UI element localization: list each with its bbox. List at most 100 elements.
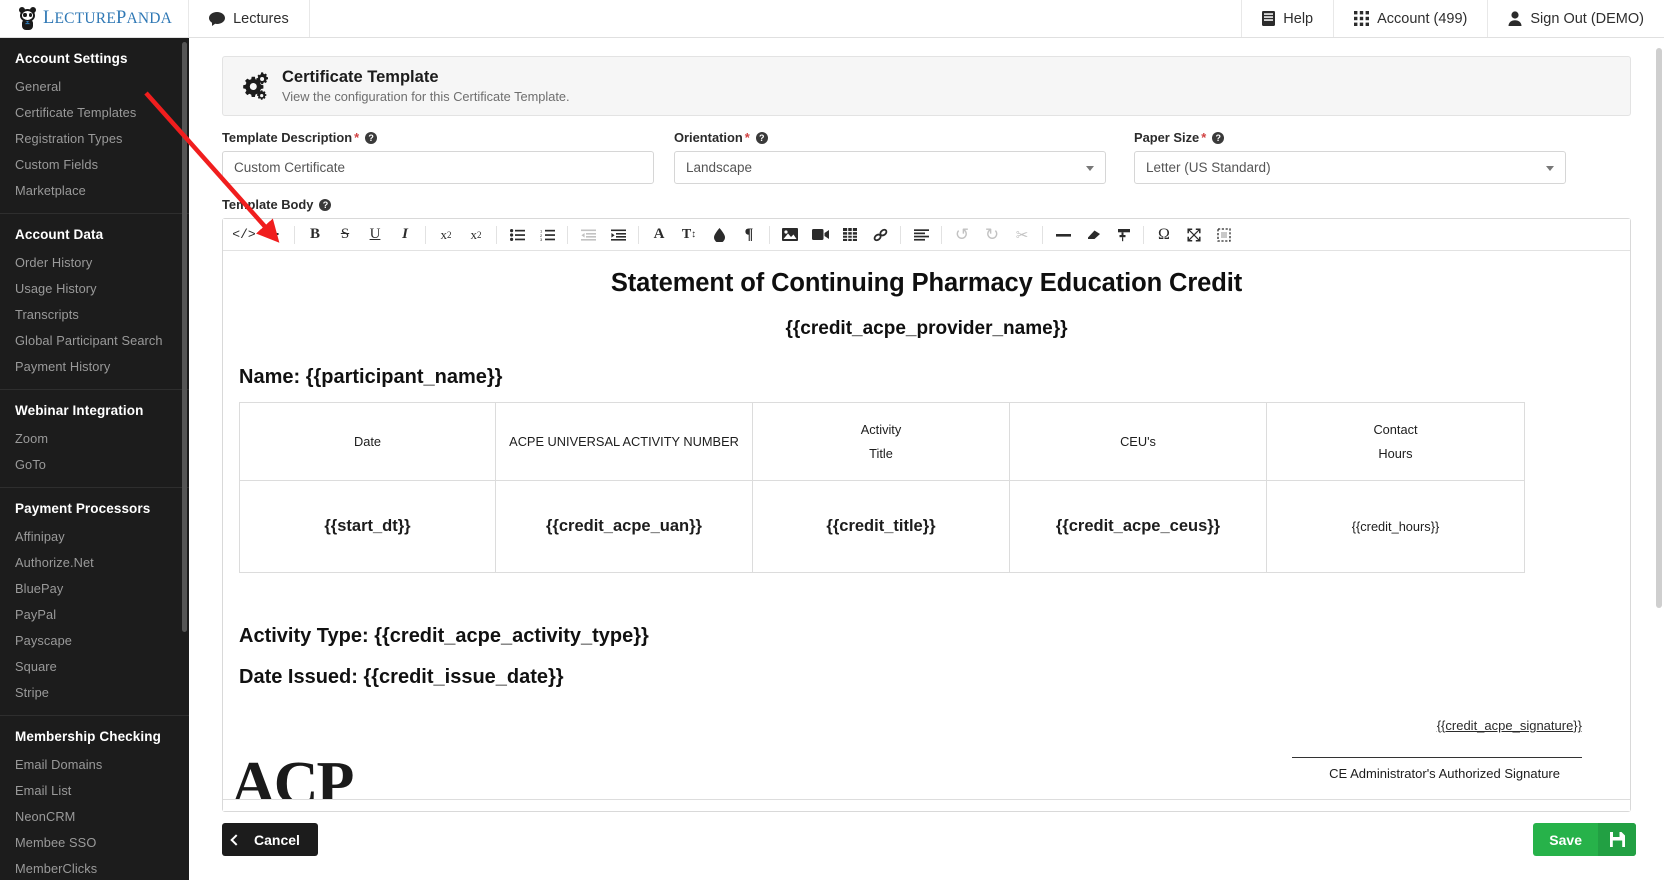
- editor-content-area[interactable]: Statement of Continuing Pharmacy Educati…: [223, 251, 1630, 811]
- clear-formatting-icon[interactable]: [1078, 220, 1108, 250]
- code-view-icon[interactable]: </>: [229, 220, 259, 250]
- sidebar-item-email-list[interactable]: Email List: [0, 777, 189, 803]
- help-icon[interactable]: ?: [755, 131, 768, 144]
- editor-toolbar: </> + B S U I x2 x2 123 A T ↕ ¶ ↺ ↻ ✂ Ω: [223, 219, 1630, 251]
- insert-image-icon[interactable]: [775, 220, 805, 250]
- font-size-icon[interactable]: T ↕: [674, 220, 704, 250]
- sidebar-item-global-participant-search[interactable]: Global Participant Search: [0, 327, 189, 353]
- sidebar-item-order-history[interactable]: Order History: [0, 249, 189, 275]
- save-button[interactable]: Save: [1533, 823, 1636, 856]
- font-family-icon[interactable]: A: [644, 220, 674, 250]
- subscript-icon[interactable]: x2: [461, 220, 491, 250]
- sidebar-item-transcripts[interactable]: Transcripts: [0, 301, 189, 327]
- grid-icon: [1354, 11, 1370, 26]
- insert-plus-icon[interactable]: +: [259, 220, 289, 250]
- help-icon[interactable]: ?: [365, 131, 378, 144]
- sidebar-scrollbar[interactable]: [182, 42, 187, 632]
- paragraph-format-icon[interactable]: ¶: [734, 220, 764, 250]
- sidebar-item-custom-fields[interactable]: Custom Fields: [0, 151, 189, 177]
- horizontal-rule-icon[interactable]: [1048, 220, 1078, 250]
- template-description-value: Custom Certificate: [234, 160, 346, 175]
- nav-item-sign-out[interactable]: Sign Out (DEMO): [1487, 0, 1664, 37]
- sidebar-item-goto[interactable]: GoTo: [0, 451, 189, 477]
- insert-table-icon[interactable]: [835, 220, 865, 250]
- paper-size-label: Paper Size * ?: [1134, 130, 1566, 145]
- sidebar-item-square[interactable]: Square: [0, 653, 189, 679]
- rich-text-editor: </> + B S U I x2 x2 123 A T ↕ ¶ ↺ ↻ ✂ Ω …: [222, 218, 1631, 812]
- orientation-value: Landscape: [686, 160, 753, 175]
- nav-item-sign-out-label: Sign Out (DEMO): [1530, 10, 1644, 27]
- cancel-button[interactable]: Cancel: [222, 823, 318, 856]
- form-row-top: Template Description * ? Custom Certifica…: [222, 130, 1631, 184]
- sidebar-item-certificate-templates[interactable]: Certificate Templates: [0, 99, 189, 125]
- redo-icon[interactable]: ↻: [977, 220, 1007, 250]
- sidebar-item-marketplace[interactable]: Marketplace: [0, 177, 189, 203]
- align-icon[interactable]: [906, 220, 936, 250]
- sidebar: Account Settings General Certificate Tem…: [0, 38, 189, 880]
- brand-logo[interactable]: LECTUREPANDA: [0, 0, 190, 37]
- numbered-list-icon[interactable]: 123: [532, 220, 562, 250]
- sidebar-item-authorize-net[interactable]: Authorize.Net: [0, 549, 189, 575]
- sidebar-item-membee-sso[interactable]: Membee SSO: [0, 829, 189, 855]
- nav-item-account[interactable]: Account (499): [1333, 0, 1487, 37]
- sidebar-group-webinar-integration: Webinar Integration Zoom GoTo: [0, 390, 189, 488]
- paper-size-value: Letter (US Standard): [1146, 160, 1271, 175]
- template-description-input[interactable]: Custom Certificate: [222, 151, 654, 184]
- cancel-button-label: Cancel: [254, 831, 300, 848]
- orientation-select[interactable]: Landscape: [674, 151, 1106, 184]
- table-cell-start-date: {{start_dt}}: [239, 480, 496, 573]
- insert-video-icon[interactable]: [805, 220, 835, 250]
- table-cell-title: {{credit_title}}: [752, 480, 1010, 573]
- sidebar-item-email-domains[interactable]: Email Domains: [0, 751, 189, 777]
- table-cell-ceus: {{credit_acpe_ceus}}: [1009, 480, 1267, 573]
- page-title: Certificate Template: [282, 67, 439, 86]
- fullscreen-icon[interactable]: [1179, 220, 1209, 250]
- bulleted-list-icon[interactable]: [502, 220, 532, 250]
- help-icon[interactable]: ?: [1212, 131, 1225, 144]
- paper-size-select[interactable]: Letter (US Standard): [1134, 151, 1566, 184]
- underline-icon[interactable]: U: [360, 220, 390, 250]
- toolbar-separator: [1042, 225, 1043, 244]
- paint-format-icon[interactable]: [1108, 220, 1138, 250]
- sidebar-item-registration-types[interactable]: Registration Types: [0, 125, 189, 151]
- save-button-label: Save: [1549, 831, 1582, 848]
- chat-bubble-icon: [209, 11, 226, 26]
- toolbar-separator: [567, 225, 568, 244]
- table-cell-uan: {{credit_acpe_uan}}: [495, 480, 753, 573]
- brand-name: LECTUREPANDA: [43, 8, 173, 28]
- signature-rule: [1292, 757, 1582, 758]
- sidebar-item-neoncrm[interactable]: NeonCRM: [0, 803, 189, 829]
- superscript-icon[interactable]: x2: [431, 220, 461, 250]
- text-color-icon[interactable]: [704, 220, 734, 250]
- nav-item-lectures[interactable]: Lectures: [189, 0, 310, 37]
- cut-icon[interactable]: ✂: [1007, 220, 1037, 250]
- sidebar-item-usage-history[interactable]: Usage History: [0, 275, 189, 301]
- italic-icon[interactable]: I: [390, 220, 420, 250]
- sidebar-item-payscape[interactable]: Payscape: [0, 627, 189, 653]
- bold-icon[interactable]: B: [300, 220, 330, 250]
- select-all-icon[interactable]: [1209, 220, 1239, 250]
- strikethrough-icon[interactable]: S: [330, 220, 360, 250]
- sidebar-item-memberclicks[interactable]: MemberClicks: [0, 855, 189, 880]
- nav-item-account-label: Account (499): [1377, 10, 1468, 27]
- page-scrollbar[interactable]: [1656, 48, 1662, 608]
- sidebar-item-paypal[interactable]: PayPal: [0, 601, 189, 627]
- special-character-icon[interactable]: Ω: [1149, 220, 1179, 250]
- sidebar-group-title: Payment Processors: [15, 501, 151, 516]
- sidebar-item-zoom[interactable]: Zoom: [0, 425, 189, 451]
- sidebar-item-bluepay[interactable]: BluePay: [0, 575, 189, 601]
- sidebar-item-affinipay[interactable]: Affinipay: [0, 523, 189, 549]
- nav-item-help[interactable]: Help: [1241, 0, 1333, 37]
- sidebar-item-general[interactable]: General: [0, 73, 189, 99]
- sidebar-item-stripe[interactable]: Stripe: [0, 679, 189, 705]
- certificate-name-line: Name: {{participant_name}}: [239, 366, 503, 388]
- help-icon[interactable]: ?: [319, 198, 332, 211]
- outdent-icon[interactable]: [573, 220, 603, 250]
- required-marker: *: [1201, 130, 1207, 145]
- undo-icon[interactable]: ↺: [947, 220, 977, 250]
- sidebar-group-account-data: Account Data Order History Usage History…: [0, 214, 189, 390]
- field-paper-size: Paper Size * ? Letter (US Standard): [1134, 130, 1566, 184]
- sidebar-item-payment-history[interactable]: Payment History: [0, 353, 189, 379]
- insert-link-icon[interactable]: [865, 220, 895, 250]
- indent-icon[interactable]: [603, 220, 633, 250]
